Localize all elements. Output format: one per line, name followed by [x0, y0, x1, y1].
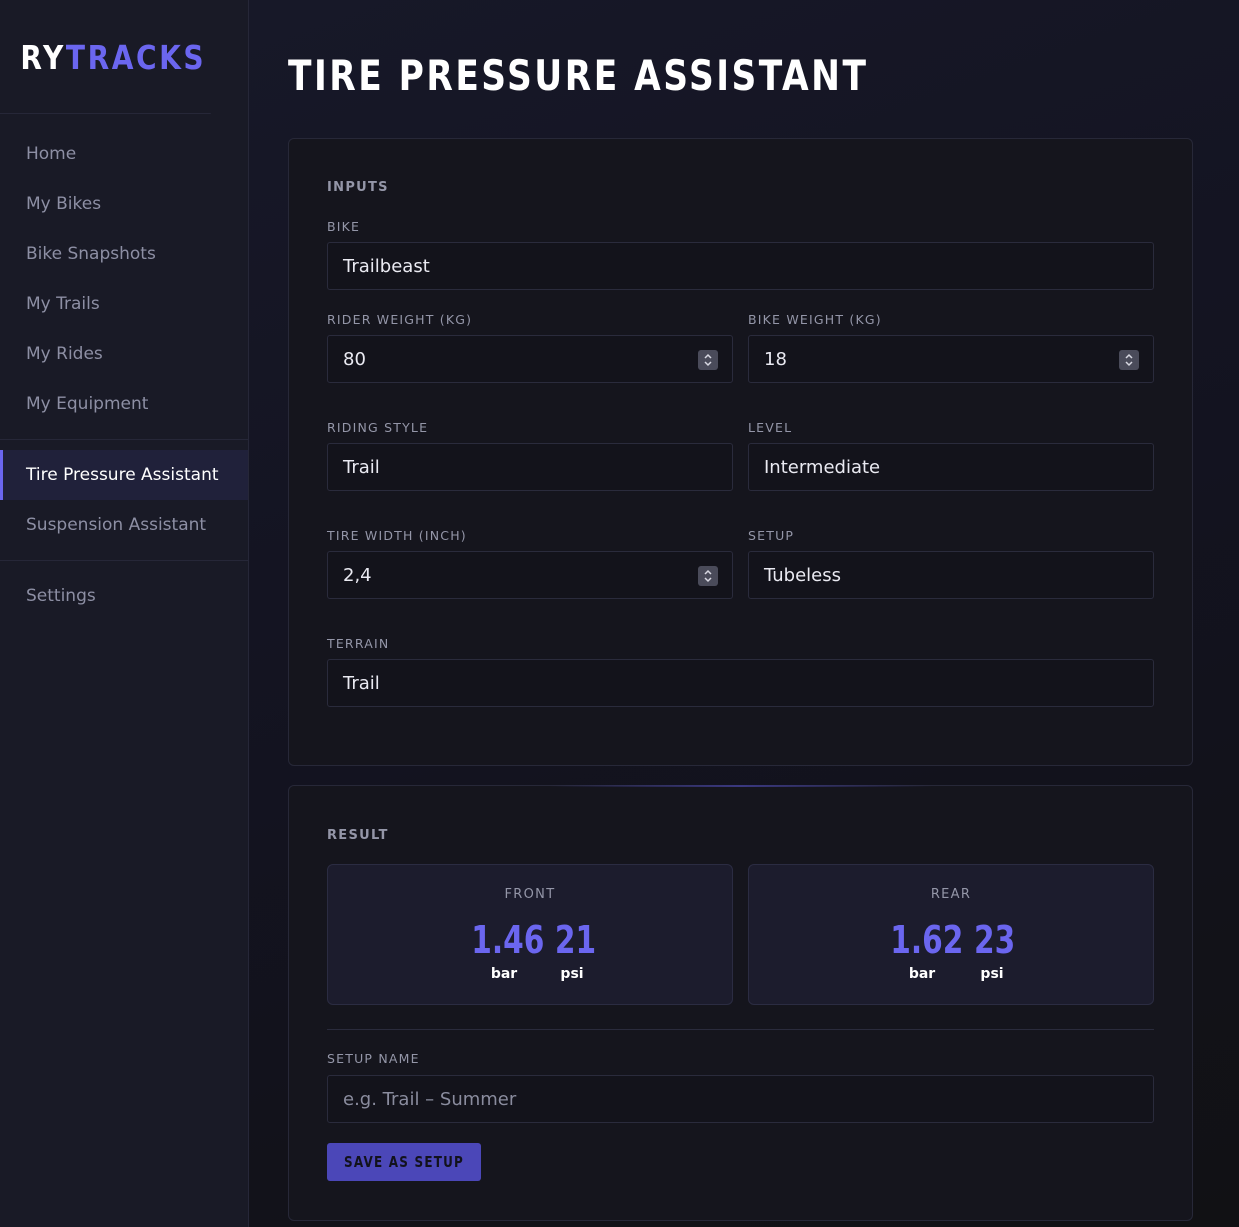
riding-style-value: Trail [343, 456, 380, 478]
setup-label: SETUP [748, 528, 795, 543]
rear-bar-unit: bar [908, 966, 936, 982]
terrain-select[interactable]: Trail [327, 659, 1154, 707]
result-section-label: RESULT [327, 828, 389, 843]
inputs-section-label: INPUTS [327, 180, 389, 195]
chevron-up-down-icon[interactable] [698, 350, 718, 370]
result-divider [327, 1029, 1154, 1030]
bike-weight-input[interactable]: 18 [748, 335, 1154, 383]
rear-result-title: REAR [930, 887, 972, 902]
setup-value: Tubeless [764, 564, 842, 586]
rear-result-panel: REAR 1.62 23 bar psi [748, 864, 1154, 1005]
level-value: Intermediate [764, 456, 881, 478]
sidebar-item-my-equipment[interactable]: My Equipment [0, 379, 248, 429]
front-bar-value: 1.46 [471, 918, 545, 962]
terrain-value: Trail [343, 672, 380, 694]
tire-width-value: 2,4 [343, 564, 372, 586]
save-as-setup-button[interactable]: SAVE AS SETUP [327, 1143, 481, 1181]
front-psi-value: 21 [554, 918, 597, 962]
setup-name-placeholder: e.g. Trail – Summer [343, 1088, 517, 1110]
rear-bar-value: 1.62 [890, 918, 964, 962]
level-label: LEVEL [748, 420, 793, 435]
riding-style-select[interactable]: Trail [327, 443, 733, 491]
result-card: RESULT FRONT 1.46 21 bar psi REAR 1.62 2… [288, 785, 1193, 1221]
main-content: TIRE PRESSURE ASSISTANT INPUTS BIKE Trai… [249, 0, 1239, 1227]
bike-label: BIKE [327, 219, 361, 234]
sidebar-item-my-rides[interactable]: My Rides [0, 329, 248, 379]
bike-weight-value: 18 [764, 348, 787, 370]
brand-part-1: RY [20, 38, 66, 77]
setup-name-input[interactable]: e.g. Trail – Summer [327, 1075, 1154, 1123]
front-psi-unit: psi [560, 966, 584, 982]
sidebar: RYTRACKS Home My Bikes Bike Snapshots My… [0, 0, 249, 1227]
bike-weight-label: BIKE WEIGHT (KG) [748, 312, 882, 327]
tire-width-label: TIRE WIDTH (INCH) [327, 528, 467, 543]
sidebar-item-suspension-assistant[interactable]: Suspension Assistant [0, 500, 248, 550]
rider-weight-label: RIDER WEIGHT (KG) [327, 312, 473, 327]
setup-name-label: SETUP NAME [327, 1051, 420, 1066]
page-title: TIRE PRESSURE ASSISTANT [288, 51, 869, 100]
bike-value: Trailbeast [343, 255, 430, 277]
nav-group-assistants: Tire Pressure Assistant Suspension Assis… [0, 440, 248, 561]
front-result-title: FRONT [504, 887, 556, 902]
nav-group-main: Home My Bikes Bike Snapshots My Trails M… [0, 114, 248, 440]
sidebar-item-my-bikes[interactable]: My Bikes [0, 179, 248, 229]
brand-part-2: TRACKS [65, 38, 207, 77]
inputs-card: INPUTS BIKE Trailbeast RIDER WEIGHT (KG)… [288, 138, 1193, 766]
sidebar-item-settings[interactable]: Settings [0, 571, 248, 621]
rider-weight-value: 80 [343, 348, 366, 370]
sidebar-item-bike-snapshots[interactable]: Bike Snapshots [0, 229, 248, 279]
chevron-up-down-icon[interactable] [698, 566, 718, 586]
sidebar-item-my-trails[interactable]: My Trails [0, 279, 248, 329]
riding-style-label: RIDING STYLE [327, 420, 429, 435]
sidebar-item-tire-pressure-assistant[interactable]: Tire Pressure Assistant [0, 450, 248, 500]
rider-weight-input[interactable]: 80 [327, 335, 733, 383]
bike-select[interactable]: Trailbeast [327, 242, 1154, 290]
front-result-panel: FRONT 1.46 21 bar psi [327, 864, 733, 1005]
rear-psi-value: 23 [974, 918, 1016, 962]
tire-width-input[interactable]: 2,4 [327, 551, 733, 599]
nav-group-settings: Settings [0, 561, 248, 621]
setup-select[interactable]: Tubeless [748, 551, 1154, 599]
rear-psi-unit: psi [980, 966, 1004, 982]
terrain-label: TERRAIN [327, 636, 390, 651]
save-as-setup-label: SAVE AS SETUP [343, 1153, 465, 1171]
chevron-up-down-icon[interactable] [1119, 350, 1139, 370]
sidebar-item-home[interactable]: Home [0, 129, 248, 179]
level-select[interactable]: Intermediate [748, 443, 1154, 491]
front-bar-unit: bar [490, 966, 518, 982]
brand-logo[interactable]: RYTRACKS [0, 0, 211, 114]
